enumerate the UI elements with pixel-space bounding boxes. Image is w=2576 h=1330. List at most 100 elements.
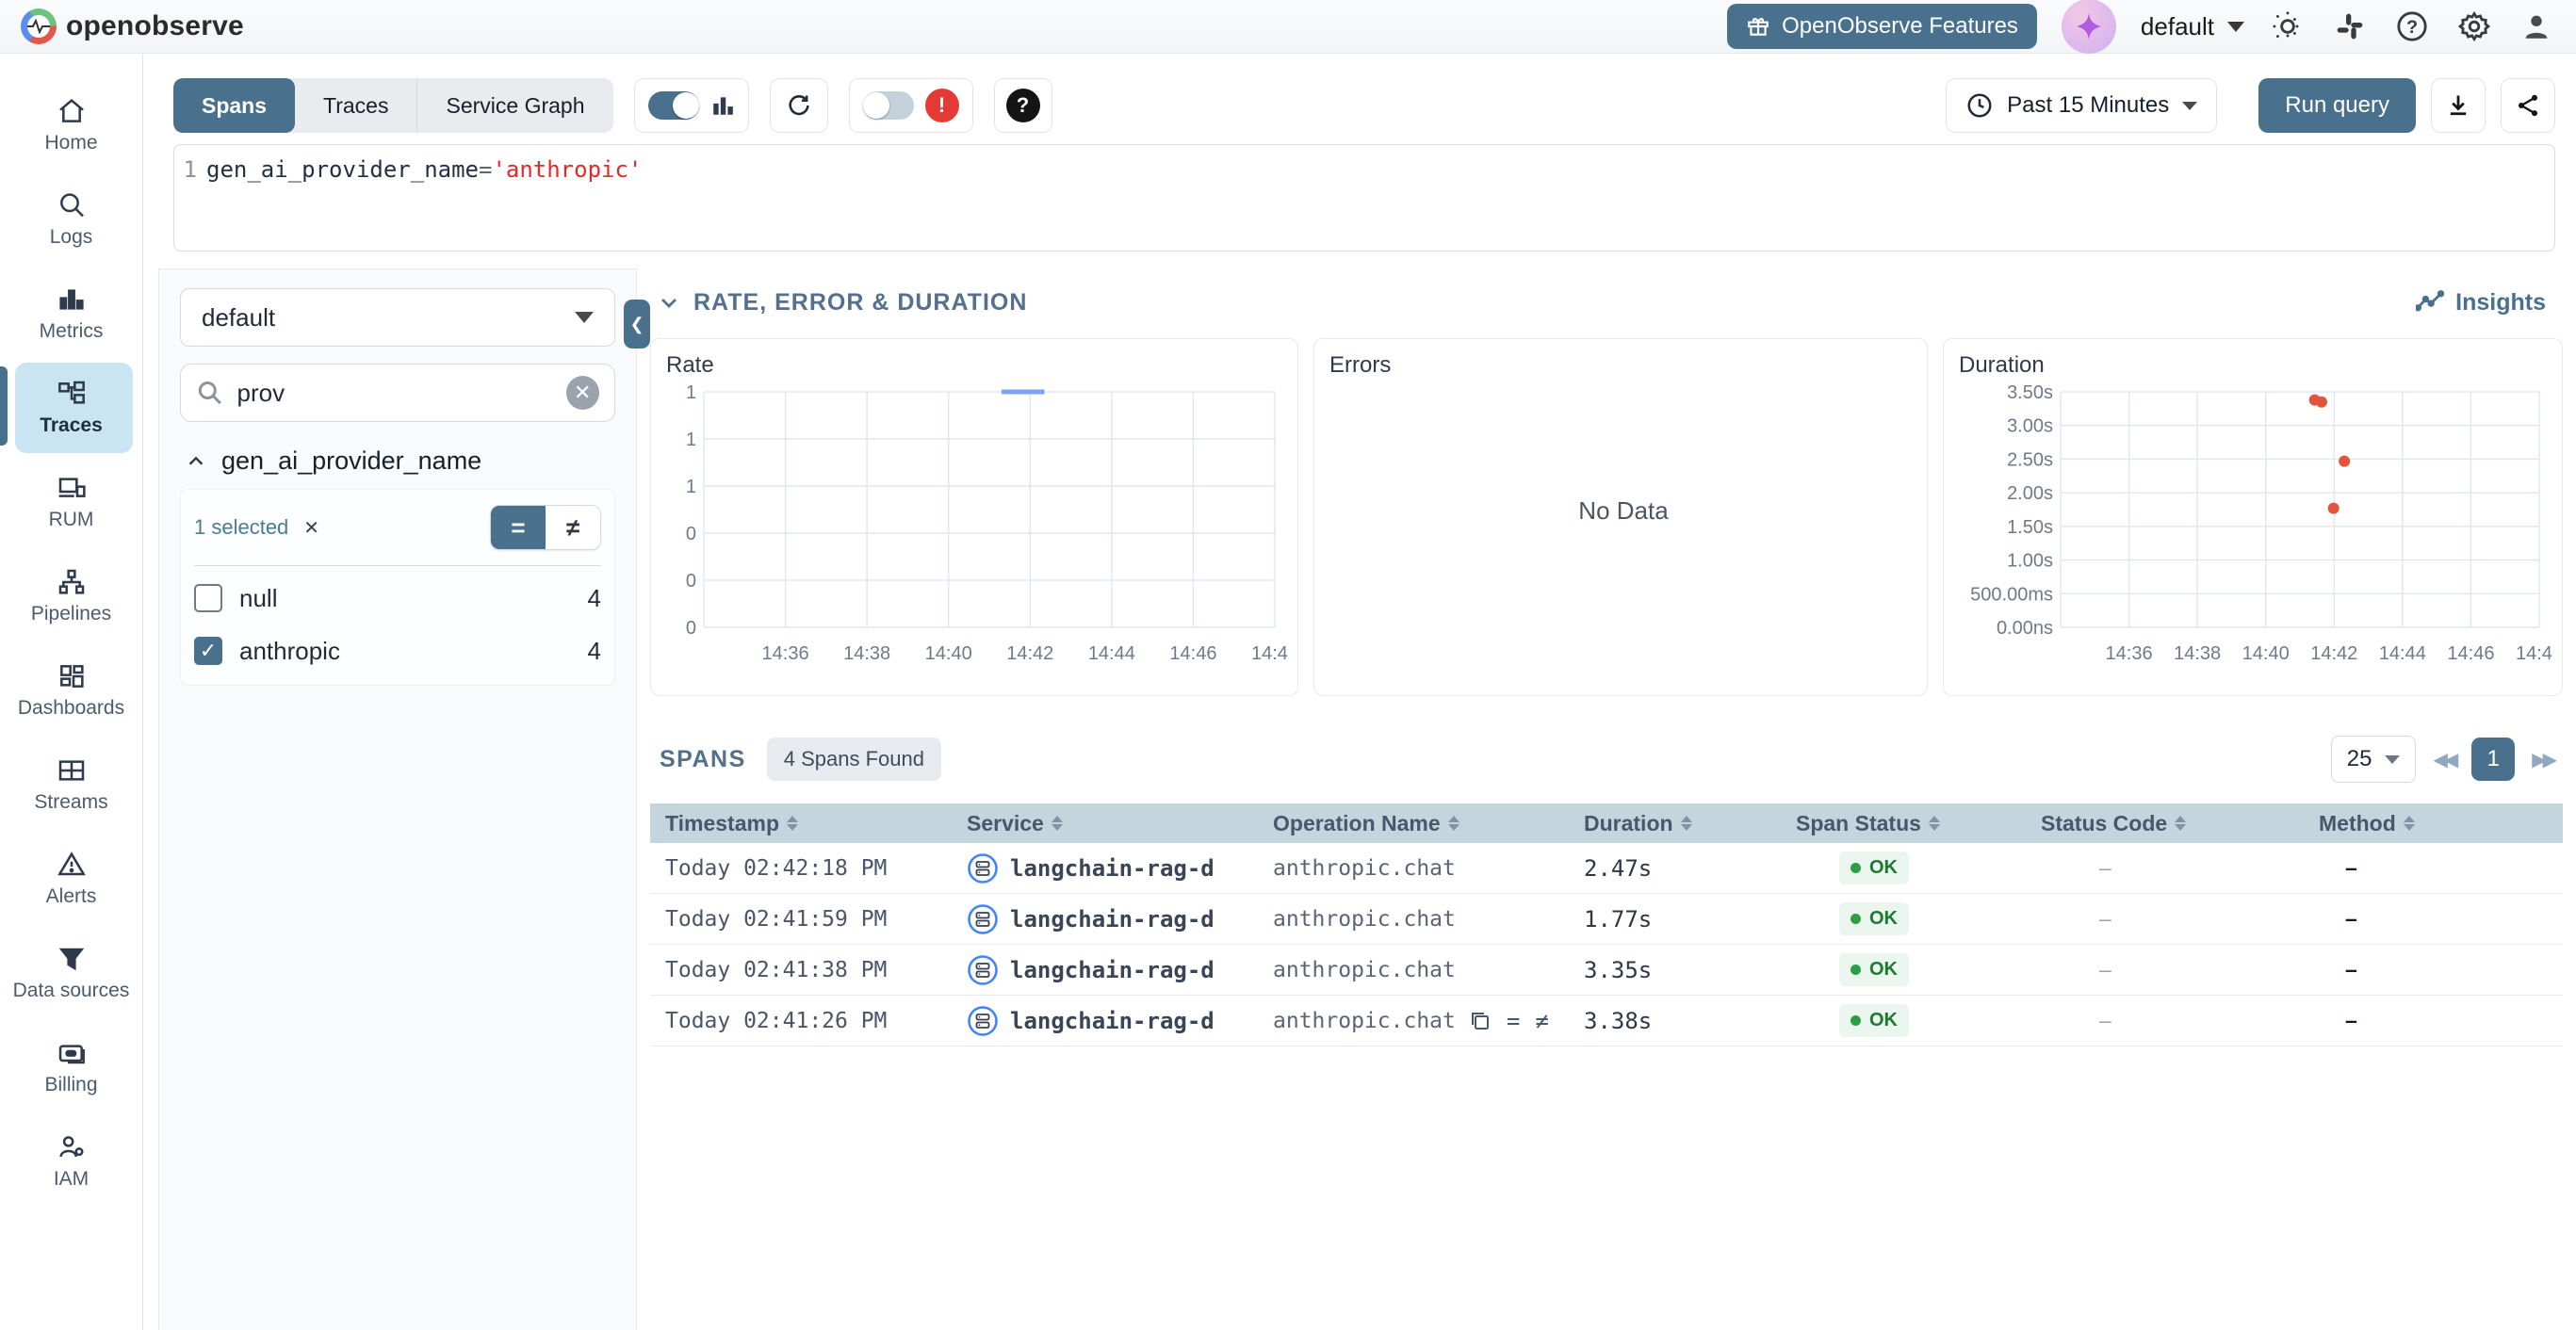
sort-icon[interactable]: [1052, 816, 1063, 831]
refresh-button[interactable]: [770, 78, 828, 133]
exclude-filter-icon[interactable]: ≠: [1535, 1008, 1548, 1034]
theme-toggle-button[interactable]: [2269, 8, 2307, 45]
sort-icon[interactable]: [1929, 816, 1940, 831]
org-selector[interactable]: default: [2141, 12, 2244, 41]
account-button[interactable]: [2518, 8, 2555, 45]
openobserve-features-button[interactable]: OpenObserve Features: [1727, 4, 2037, 49]
data-sources-icon: [57, 944, 87, 974]
column-header-method[interactable]: Method: [2304, 811, 2563, 836]
alerts-icon: [57, 850, 87, 880]
run-query-button[interactable]: Run query: [2258, 78, 2416, 133]
column-header-span-status[interactable]: Span Status: [1781, 811, 2026, 836]
sidebar-item-dashboards[interactable]: Dashboards: [0, 643, 142, 738]
field-value-row-null[interactable]: null4: [194, 572, 601, 624]
question-icon: ?: [1006, 89, 1040, 122]
page-size-selector[interactable]: 25: [2331, 736, 2417, 783]
span-row[interactable]: Today 02:41:26 PMlangchain-rag-danthropi…: [650, 996, 2563, 1046]
sidebar-item-metrics[interactable]: Metrics: [0, 267, 142, 361]
svg-text:1.00s: 1.00s: [2007, 551, 2053, 572]
span-timestamp: Today 02:41:26 PM: [650, 1009, 952, 1033]
sort-icon[interactable]: [2404, 816, 2415, 831]
tab-traces[interactable]: Traces: [295, 78, 417, 133]
field-search-input[interactable]: [237, 379, 553, 408]
clear-selection-icon[interactable]: ✕: [303, 516, 319, 540]
sort-icon[interactable]: [1681, 816, 1692, 831]
sidebar-item-label: Pipelines: [31, 603, 111, 625]
tab-spans[interactable]: Spans: [173, 78, 295, 133]
span-service: langchain-rag-d: [952, 852, 1258, 884]
unchecked-checkbox[interactable]: [194, 584, 222, 612]
sidebar-item-home[interactable]: Home: [0, 78, 142, 172]
svg-text:14:48: 14:48: [1251, 643, 1288, 664]
clear-search-icon[interactable]: ✕: [566, 376, 599, 410]
time-range-selector[interactable]: Past 15 Minutes: [1946, 78, 2217, 133]
sort-icon[interactable]: [787, 816, 798, 831]
field-group-header[interactable]: gen_ai_provider_name: [180, 446, 615, 476]
metrics-icon: [57, 284, 87, 315]
copy-icon[interactable]: [1469, 1010, 1492, 1032]
histogram-switch[interactable]: [648, 91, 699, 120]
span-row[interactable]: Today 02:41:38 PMlangchain-rag-danthropi…: [650, 945, 2563, 996]
share-button[interactable]: [2501, 78, 2555, 133]
field-value-label: anthropic: [239, 637, 340, 666]
not-equals-operator-button[interactable]: ≠: [546, 506, 600, 549]
sidebar-item-pipelines[interactable]: Pipelines: [0, 549, 142, 643]
stream-selector[interactable]: default: [180, 288, 615, 347]
column-header-timestamp[interactable]: Timestamp: [650, 811, 952, 836]
error-icon: !: [925, 89, 959, 122]
pipelines-icon: [57, 567, 87, 597]
errors-switch[interactable]: [863, 91, 914, 120]
spans-found-chip: 4 Spans Found: [767, 738, 941, 781]
current-page-button[interactable]: 1: [2471, 738, 2515, 781]
sidebar-item-label: Home: [44, 132, 97, 154]
query-editor[interactable]: 1 gen_ai_provider_name='anthropic': [173, 144, 2555, 251]
svg-text:14:40: 14:40: [925, 643, 972, 664]
query-help-button[interactable]: ?: [994, 78, 1052, 133]
chart-title: Rate: [666, 352, 1288, 379]
collapse-panel-button[interactable]: ❮: [624, 300, 650, 349]
errors-chart-card[interactable]: Errors No Data: [1313, 338, 1928, 696]
sidebar-item-rum[interactable]: RUM: [0, 455, 142, 549]
column-header-status-code[interactable]: Status Code: [2026, 811, 2304, 836]
insights-button[interactable]: Insights: [2416, 289, 2555, 316]
column-header-operation-name[interactable]: Operation Name: [1258, 811, 1569, 836]
sidebar-item-alerts[interactable]: Alerts: [0, 832, 142, 926]
field-filter-panel: ❮ default ✕ gen_ai_provider_name 1 selec: [158, 268, 637, 1330]
tab-service-graph[interactable]: Service Graph: [417, 78, 612, 133]
span-method: –: [2304, 957, 2563, 982]
sidebar-item-iam[interactable]: IAM: [0, 1114, 142, 1208]
sidebar-item-traces[interactable]: Traces: [0, 361, 142, 455]
red-section-header[interactable]: RATE, ERROR & DURATION Insights: [650, 278, 2563, 327]
settings-button[interactable]: [2455, 8, 2493, 45]
sidebar-item-data-sources[interactable]: Data sources: [0, 926, 142, 1020]
chevron-down-icon: [575, 312, 594, 323]
gear-icon: [2458, 10, 2490, 42]
duration-chart-card[interactable]: Duration 3.50s3.00s2.50s2.00s1.50s1.00s5…: [1943, 338, 2563, 696]
include-filter-icon[interactable]: =: [1507, 1008, 1520, 1034]
histogram-toggle[interactable]: [634, 78, 749, 133]
field-value-row-anthropic[interactable]: ✓anthropic4: [194, 624, 601, 677]
download-button[interactable]: [2431, 78, 2486, 133]
sidebar-item-streams[interactable]: Streams: [0, 738, 142, 832]
sidebar-item-billing[interactable]: Billing: [0, 1020, 142, 1114]
span-row[interactable]: Today 02:41:59 PMlangchain-rag-danthropi…: [650, 894, 2563, 945]
sort-icon[interactable]: [2175, 816, 2186, 831]
equals-operator-button[interactable]: =: [491, 506, 546, 549]
column-header-duration[interactable]: Duration: [1569, 811, 1781, 836]
slack-button[interactable]: [2331, 8, 2369, 45]
checked-checkbox[interactable]: ✓: [194, 637, 222, 665]
sidebar-item-label: Metrics: [40, 320, 104, 343]
errors-only-toggle[interactable]: !: [849, 78, 973, 133]
sidebar-item-logs[interactable]: Logs: [0, 172, 142, 267]
next-page-button[interactable]: ▶▶: [2532, 748, 2553, 771]
help-button[interactable]: ?: [2393, 8, 2431, 45]
span-row[interactable]: Today 02:42:18 PMlangchain-rag-danthropi…: [650, 843, 2563, 894]
sort-icon[interactable]: [1448, 816, 1459, 831]
rate-chart-card[interactable]: Rate 11100014:3614:3814:4014:4214:4414:4…: [650, 338, 1298, 696]
selected-count-label: 1 selected: [194, 515, 288, 540]
ai-assistant-button[interactable]: [2062, 0, 2116, 54]
field-search-box[interactable]: ✕: [180, 364, 615, 422]
prev-page-button[interactable]: ◀◀: [2433, 748, 2454, 771]
query-text[interactable]: gen_ai_provider_name='anthropic': [206, 156, 642, 239]
column-header-service[interactable]: Service: [952, 811, 1258, 836]
